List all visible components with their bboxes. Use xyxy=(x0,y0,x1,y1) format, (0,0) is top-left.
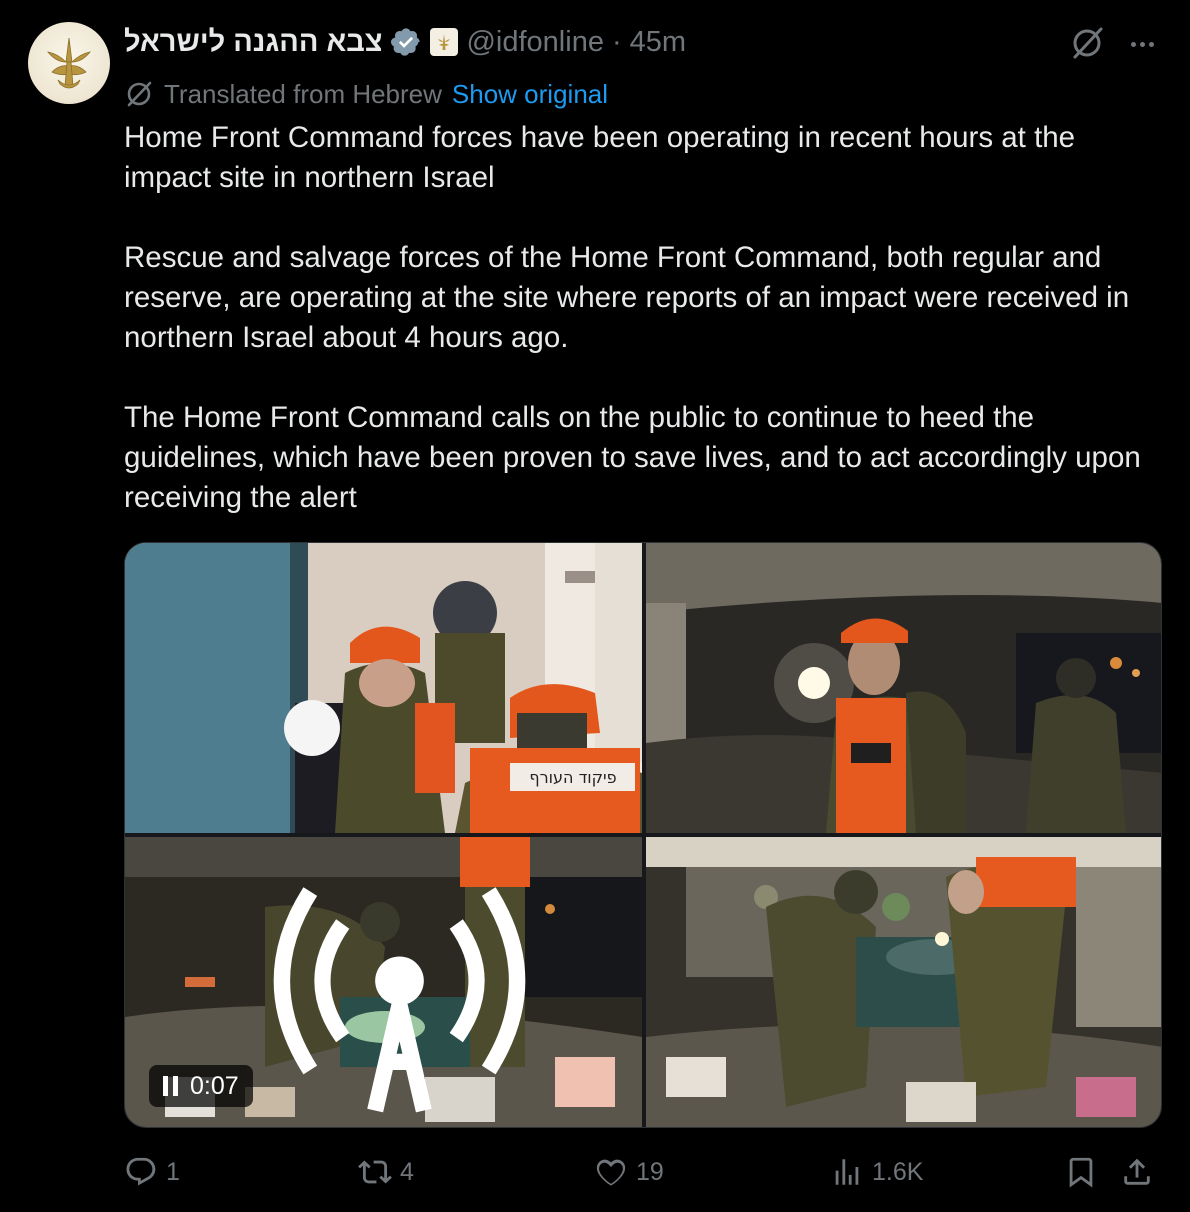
show-original-link[interactable]: Show original xyxy=(452,79,608,110)
idf-emblem-icon xyxy=(47,37,91,89)
like-icon xyxy=(596,1159,626,1186)
repost-count: 4 xyxy=(400,1157,414,1186)
author-name[interactable]: צבא ההגנה לישראל xyxy=(124,26,382,59)
photo-stairwell-rescuers[interactable]: פיקוד העורף xyxy=(125,543,642,833)
video-time: 0:07 xyxy=(190,1071,239,1100)
tweet-header: צבא ההגנה לישראל @idfonline · 45m xyxy=(124,22,686,62)
views-count: 1.6K xyxy=(872,1157,924,1186)
like-button[interactable]: 19 xyxy=(594,1150,664,1194)
reply-count: 1 xyxy=(166,1157,180,1186)
avatar[interactable] xyxy=(28,22,110,104)
video-player[interactable]: 0:07 xyxy=(125,837,642,1127)
views-button[interactable]: 1.6K xyxy=(830,1150,923,1194)
pause-icon[interactable] xyxy=(163,1076,178,1096)
tweet-paragraph: Home Front Command forces have been oper… xyxy=(124,121,1076,194)
more-icon[interactable] xyxy=(1124,26,1160,62)
tweet-paragraph: Rescue and salvage forces of the Home Fr… xyxy=(124,241,1130,354)
separator-dot: · xyxy=(611,25,622,58)
grok-icon[interactable] xyxy=(1068,24,1106,62)
vest-label: פיקוד העורף xyxy=(529,768,616,787)
action-bar: 1 4 19 1.6K xyxy=(124,1150,1164,1194)
repost-icon xyxy=(358,1160,392,1184)
tweet-text: Home Front Command forces have been oper… xyxy=(124,118,1164,518)
bookmark-icon xyxy=(1069,1157,1093,1188)
translate-icon xyxy=(127,81,152,107)
share-icon xyxy=(1124,1158,1150,1185)
tweet-time[interactable]: 45m xyxy=(630,26,686,59)
repost-button[interactable]: 4 xyxy=(358,1150,414,1194)
photo-soldiers-debris[interactable] xyxy=(646,837,1161,1127)
reply-icon xyxy=(126,1157,156,1186)
translated-label: Translated from Hebrew xyxy=(164,78,442,109)
photo-damaged-room[interactable] xyxy=(646,543,1161,833)
video-playback-badge[interactable]: 0:07 xyxy=(149,1065,253,1107)
views-icon xyxy=(835,1159,859,1185)
translation-line: Translated from Hebrew Show original xyxy=(124,76,608,112)
reply-button[interactable]: 1 xyxy=(124,1150,180,1194)
author-handle[interactable]: @idfonline xyxy=(466,26,603,59)
like-count: 19 xyxy=(636,1157,664,1186)
flag-emblem-icon xyxy=(430,28,459,56)
share-button[interactable] xyxy=(1120,1150,1154,1194)
bookmark-button[interactable] xyxy=(1064,1150,1098,1194)
verified-badge-icon[interactable] xyxy=(390,26,422,58)
media-grid[interactable]: פיקוד העורף 0:07 xyxy=(124,542,1162,1128)
tweet-paragraph: The Home Front Command calls on the publ… xyxy=(124,401,1141,514)
